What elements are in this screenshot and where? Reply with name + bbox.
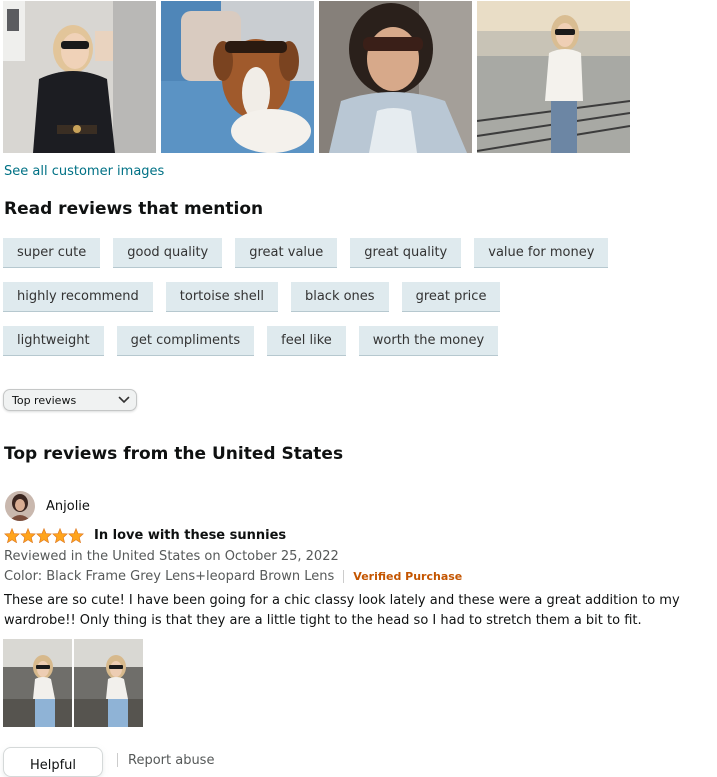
customer-image-1[interactable] xyxy=(3,1,156,153)
sort-selected-value: Top reviews xyxy=(12,393,77,407)
star-icon xyxy=(20,528,36,543)
review-rating-line: In love with these sunnies xyxy=(4,528,286,543)
mention-chip[interactable]: tortoise shell xyxy=(165,282,278,312)
review-variant[interactable]: Color: Black Frame Grey Lens+leopard Bro… xyxy=(4,569,334,584)
mention-chip[interactable]: get compliments xyxy=(116,326,255,356)
mention-chip[interactable]: great price xyxy=(401,282,501,312)
mentions-title: Read reviews that mention xyxy=(4,199,264,219)
helpful-button[interactable]: Helpful xyxy=(3,747,103,777)
review-variant-line: Color: Black Frame Grey Lens+leopard Bro… xyxy=(4,569,462,584)
star-icon xyxy=(4,528,20,543)
star-rating[interactable] xyxy=(4,528,84,543)
mention-row: super cute good quality great value grea… xyxy=(3,238,703,268)
review-body: These are so cute! I have been going for… xyxy=(4,593,680,628)
customer-image-4[interactable] xyxy=(477,1,630,153)
customer-image-3[interactable] xyxy=(319,1,472,153)
mention-row: highly recommend tortoise shell black on… xyxy=(3,282,703,312)
review-title[interactable]: In love with these sunnies xyxy=(94,528,286,543)
verified-purchase-badge: Verified Purchase xyxy=(353,570,463,583)
mention-filters: super cute good quality great value grea… xyxy=(3,238,703,370)
mention-chip[interactable]: feel like xyxy=(267,326,346,356)
reviewer-name: Anjolie xyxy=(46,498,90,514)
review-date: Reviewed in the United States on October… xyxy=(4,549,339,564)
customer-image-2[interactable] xyxy=(161,1,314,153)
mention-chip[interactable]: value for money xyxy=(474,238,609,268)
chevron-down-icon xyxy=(118,396,130,404)
review-image[interactable] xyxy=(3,639,72,727)
mention-chip[interactable]: lightweight xyxy=(3,326,104,356)
review-images xyxy=(3,639,143,727)
divider xyxy=(117,753,118,767)
star-icon xyxy=(52,528,68,543)
mention-chip[interactable]: great quality xyxy=(350,238,462,268)
star-icon xyxy=(36,528,52,543)
mention-row: lightweight get compliments feel like wo… xyxy=(3,326,703,356)
see-all-customer-images-link[interactable]: See all customer images xyxy=(4,164,164,179)
sort-dropdown[interactable]: Top reviews xyxy=(3,389,137,411)
divider xyxy=(343,570,345,583)
mention-chip[interactable]: super cute xyxy=(3,238,101,268)
mention-chip[interactable]: black ones xyxy=(290,282,389,312)
review-image[interactable] xyxy=(74,639,143,727)
mention-chip[interactable]: worth the money xyxy=(358,326,499,356)
star-icon xyxy=(68,528,84,543)
avatar xyxy=(5,491,35,521)
mention-chip[interactable]: good quality xyxy=(113,238,223,268)
customer-image-gallery xyxy=(3,1,630,153)
mention-chip[interactable]: highly recommend xyxy=(3,282,153,312)
mention-chip[interactable]: great value xyxy=(235,238,338,268)
top-reviews-title: Top reviews from the United States xyxy=(4,444,344,464)
reviewer-profile[interactable]: Anjolie xyxy=(5,491,90,521)
